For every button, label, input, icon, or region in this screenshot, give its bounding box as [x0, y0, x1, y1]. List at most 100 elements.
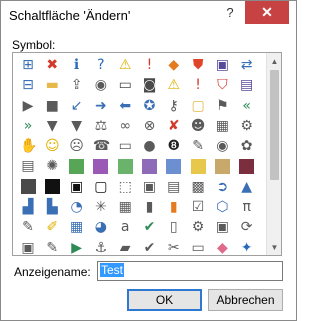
symbol-cell[interactable]: ◔ — [65, 197, 89, 217]
symbol-cell[interactable]: a — [113, 217, 137, 237]
symbol-cell[interactable]: ✳ — [89, 197, 113, 217]
symbol-cell[interactable]: ▦ — [210, 116, 234, 136]
symbol-cell[interactable]: ✺ — [40, 156, 64, 176]
symbol-cell[interactable]: ⚑ — [210, 96, 234, 116]
symbol-cell[interactable]: ✖ — [40, 55, 64, 75]
symbol-cell[interactable] — [137, 156, 161, 176]
scroll-up-icon[interactable]: ▲ — [267, 53, 281, 69]
symbol-cell[interactable]: « — [235, 96, 259, 116]
symbol-cell[interactable]: ▣ — [210, 217, 234, 237]
symbol-cell[interactable]: ◉ — [89, 75, 113, 95]
symbol-cell[interactable]: ◕ — [89, 217, 113, 237]
symbol-cell[interactable]: ⬚ — [113, 177, 137, 197]
symbol-cell[interactable]: ▣ — [210, 55, 234, 75]
symbol-cell[interactable]: ▩ — [186, 177, 210, 197]
symbol-cell[interactable]: ▭ — [113, 75, 137, 95]
symbol-cell[interactable]: ✎ — [186, 136, 210, 156]
symbol-cell[interactable]: ▦ — [113, 197, 137, 217]
symbol-cell[interactable]: ∞ — [113, 116, 137, 136]
symbol-cell[interactable] — [162, 156, 186, 176]
symbol-cell[interactable]: ℹ — [65, 55, 89, 75]
symbol-cell[interactable]: ▣ — [65, 177, 89, 197]
symbol-cell[interactable]: ⚷ — [162, 96, 186, 116]
symbol-cell[interactable]: ! — [137, 55, 161, 75]
symbol-cell[interactable]: ⚓ — [89, 238, 113, 255]
symbol-cell[interactable]: ☑ — [186, 197, 210, 217]
symbol-cell[interactable]: ⚠ — [162, 75, 186, 95]
symbol-cell[interactable] — [113, 156, 137, 176]
symbol-cell[interactable]: ▰ — [113, 238, 137, 255]
symbol-cell[interactable]: ! — [186, 75, 210, 95]
symbol-cell[interactable]: ⚙ — [186, 217, 210, 237]
symbol-cell[interactable]: π — [235, 197, 259, 217]
symbol-cell[interactable]: ⚖ — [89, 116, 113, 136]
symbol-cell[interactable] — [210, 156, 234, 176]
symbol-cell[interactable]: ? — [89, 55, 113, 75]
symbol-cell[interactable]: ▮ — [137, 197, 161, 217]
symbol-cell[interactable]: ⛊ — [186, 55, 210, 75]
symbol-cell[interactable]: ▣ — [16, 238, 40, 255]
symbol-cell[interactable]: ▯ — [162, 217, 186, 237]
symbol-cell[interactable]: ✦ — [235, 238, 259, 255]
vertical-scrollbar[interactable]: ▲ ▼ — [266, 53, 281, 255]
symbol-cell[interactable]: ▭ — [113, 136, 137, 156]
symbol-cell[interactable] — [16, 177, 40, 197]
symbol-cell[interactable]: ▲ — [235, 177, 259, 197]
scrollbar-thumb[interactable] — [270, 70, 279, 180]
symbol-cell[interactable]: ⛉ — [210, 75, 234, 95]
symbol-cell[interactable]: ⚠ — [113, 55, 137, 75]
symbol-cell[interactable]: ▙ — [40, 197, 64, 217]
symbol-cell[interactable]: ◆ — [162, 55, 186, 75]
symbol-cell[interactable]: ◆ — [210, 238, 234, 255]
symbol-cell[interactable]: ❽ — [162, 136, 186, 156]
symbol-cell[interactable]: ☺ — [40, 136, 64, 156]
symbol-cell[interactable]: ◙ — [137, 75, 161, 95]
symbol-cell[interactable] — [89, 156, 113, 176]
symbol-cell[interactable]: ⟳ — [235, 217, 259, 237]
symbol-cell[interactable]: ⊞ — [16, 55, 40, 75]
help-button[interactable]: ? — [217, 1, 243, 24]
scroll-down-icon[interactable]: ▼ — [267, 239, 281, 255]
display-name-input[interactable]: Test — [97, 261, 283, 281]
symbol-cell[interactable]: ✔ — [137, 217, 161, 237]
symbol-cell[interactable]: ☎ — [89, 136, 113, 156]
symbol-cell[interactable]: ▢ — [186, 96, 210, 116]
symbol-cell[interactable]: ▟ — [16, 197, 40, 217]
symbol-cell[interactable] — [186, 156, 210, 176]
ok-button[interactable]: OK — [127, 289, 202, 311]
symbol-cell[interactable]: ✘ — [162, 116, 186, 136]
symbol-cell[interactable]: ◉ — [210, 136, 234, 156]
symbol-cell[interactable]: ■ — [40, 96, 64, 116]
symbol-cell[interactable]: ✎ — [40, 238, 64, 255]
symbol-cell[interactable]: ▬ — [40, 75, 64, 95]
symbol-cell[interactable]: ▢ — [89, 177, 113, 197]
symbol-cell[interactable]: ▦ — [65, 217, 89, 237]
symbol-cell[interactable]: ⬅ — [113, 96, 137, 116]
symbol-cell[interactable]: ⬡ — [210, 197, 234, 217]
symbol-cell[interactable]: ✐ — [40, 217, 64, 237]
symbol-cell[interactable]: ✪ — [137, 96, 161, 116]
symbol-cell[interactable]: ▮ — [162, 197, 186, 217]
symbol-cell[interactable]: ▭ — [186, 238, 210, 255]
symbol-cell[interactable]: ⚙ — [235, 116, 259, 136]
close-button[interactable]: ✕ — [245, 1, 289, 24]
symbol-cell[interactable]: ✋ — [16, 136, 40, 156]
symbol-cell[interactable]: ☹ — [65, 136, 89, 156]
symbol-cell[interactable]: ➲ — [210, 177, 234, 197]
symbol-cell[interactable]: ▤ — [16, 156, 40, 176]
symbol-cell[interactable]: ▤ — [162, 177, 186, 197]
symbol-cell[interactable]: ● — [137, 136, 161, 156]
symbol-cell[interactable]: ⇄ — [235, 55, 259, 75]
symbol-cell[interactable]: ⊗ — [137, 116, 161, 136]
symbol-cell[interactable]: ▼ — [65, 116, 89, 136]
symbol-cell[interactable]: ➜ — [89, 96, 113, 116]
symbol-cell[interactable] — [40, 177, 64, 197]
symbol-cell[interactable]: ↙ — [65, 96, 89, 116]
symbol-cell[interactable]: ☻ — [186, 116, 210, 136]
symbol-cell[interactable]: ▶ — [16, 96, 40, 116]
symbol-cell[interactable]: ▣ — [137, 177, 161, 197]
symbol-cell[interactable] — [65, 156, 89, 176]
symbol-cell[interactable]: ✎ — [16, 217, 40, 237]
symbol-cell[interactable]: ⊟ — [16, 75, 40, 95]
symbol-cell[interactable]: ⇪ — [65, 75, 89, 95]
